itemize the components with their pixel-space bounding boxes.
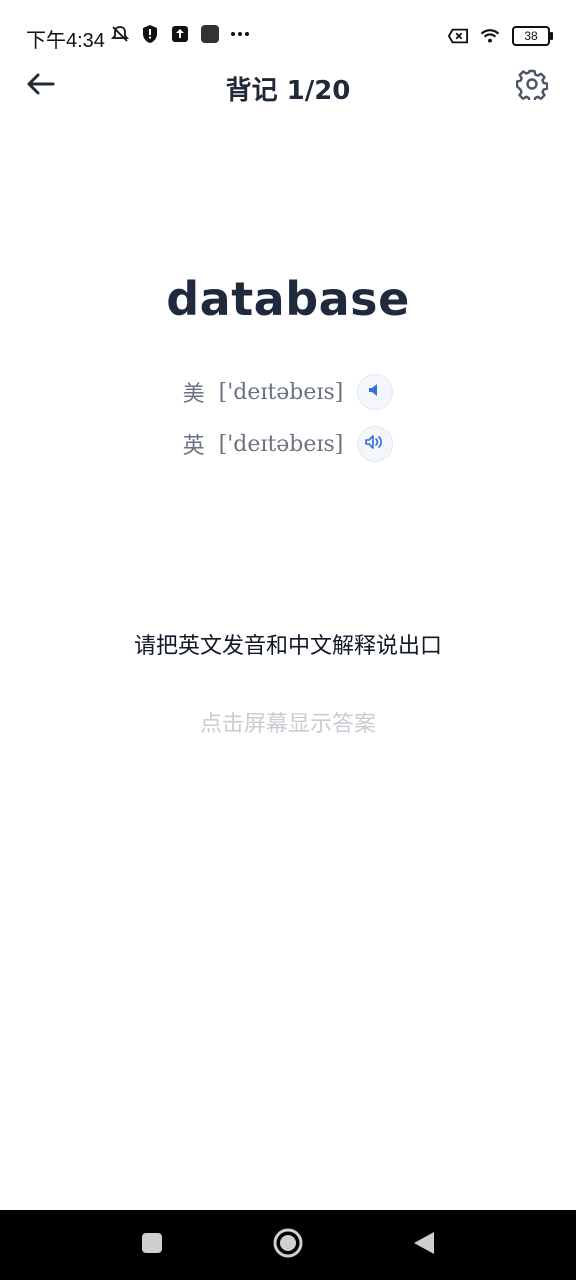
system-nav-bar: [0, 1210, 576, 1280]
status-system: 38: [448, 26, 553, 46]
home-button[interactable]: [268, 1225, 308, 1265]
circle-icon: [272, 1227, 304, 1263]
reveal-answer-hint[interactable]: 点击屏幕显示答案: [0, 706, 576, 738]
back-nav-button[interactable]: [404, 1225, 444, 1265]
status-notifications: [110, 24, 250, 44]
word-text: database: [166, 272, 410, 326]
us-phonetic: ['deɪtəbeɪs]: [218, 379, 344, 405]
battery-icon: 38: [512, 26, 553, 46]
wifi-icon: [480, 26, 500, 46]
header: 背记 1/20: [0, 58, 576, 114]
us-pronunciation: 美 ['deɪtəbeɪs]: [0, 374, 576, 410]
status-time: 下午4:34: [26, 30, 105, 52]
uk-speaker-button[interactable]: [357, 426, 394, 462]
upload-icon: [170, 24, 190, 44]
us-label: 美: [182, 382, 205, 407]
us-speaker-button[interactable]: [357, 374, 394, 410]
uk-pronunciation: 英 ['deɪtəbeɪs]: [0, 426, 576, 462]
square-icon: [140, 1231, 164, 1259]
gear-icon: [515, 68, 549, 104]
speaker-icon: [367, 382, 383, 402]
sim-icon: [448, 26, 468, 46]
uk-label: 英: [182, 434, 205, 459]
recent-apps-button[interactable]: [132, 1225, 172, 1265]
instruction-text: 请把英文发音和中文解释说出口: [133, 634, 442, 659]
page-title: 背记 1/20: [225, 76, 351, 106]
bell-off-icon: [110, 24, 130, 44]
speaker-volume-icon: [365, 434, 385, 454]
app-icon: [200, 24, 220, 44]
triangle-back-icon: [412, 1230, 436, 1260]
settings-button[interactable]: [514, 68, 550, 104]
more-icon: [230, 24, 250, 44]
shield-icon: [140, 24, 160, 44]
uk-phonetic: ['deɪtəbeɪs]: [218, 431, 344, 457]
